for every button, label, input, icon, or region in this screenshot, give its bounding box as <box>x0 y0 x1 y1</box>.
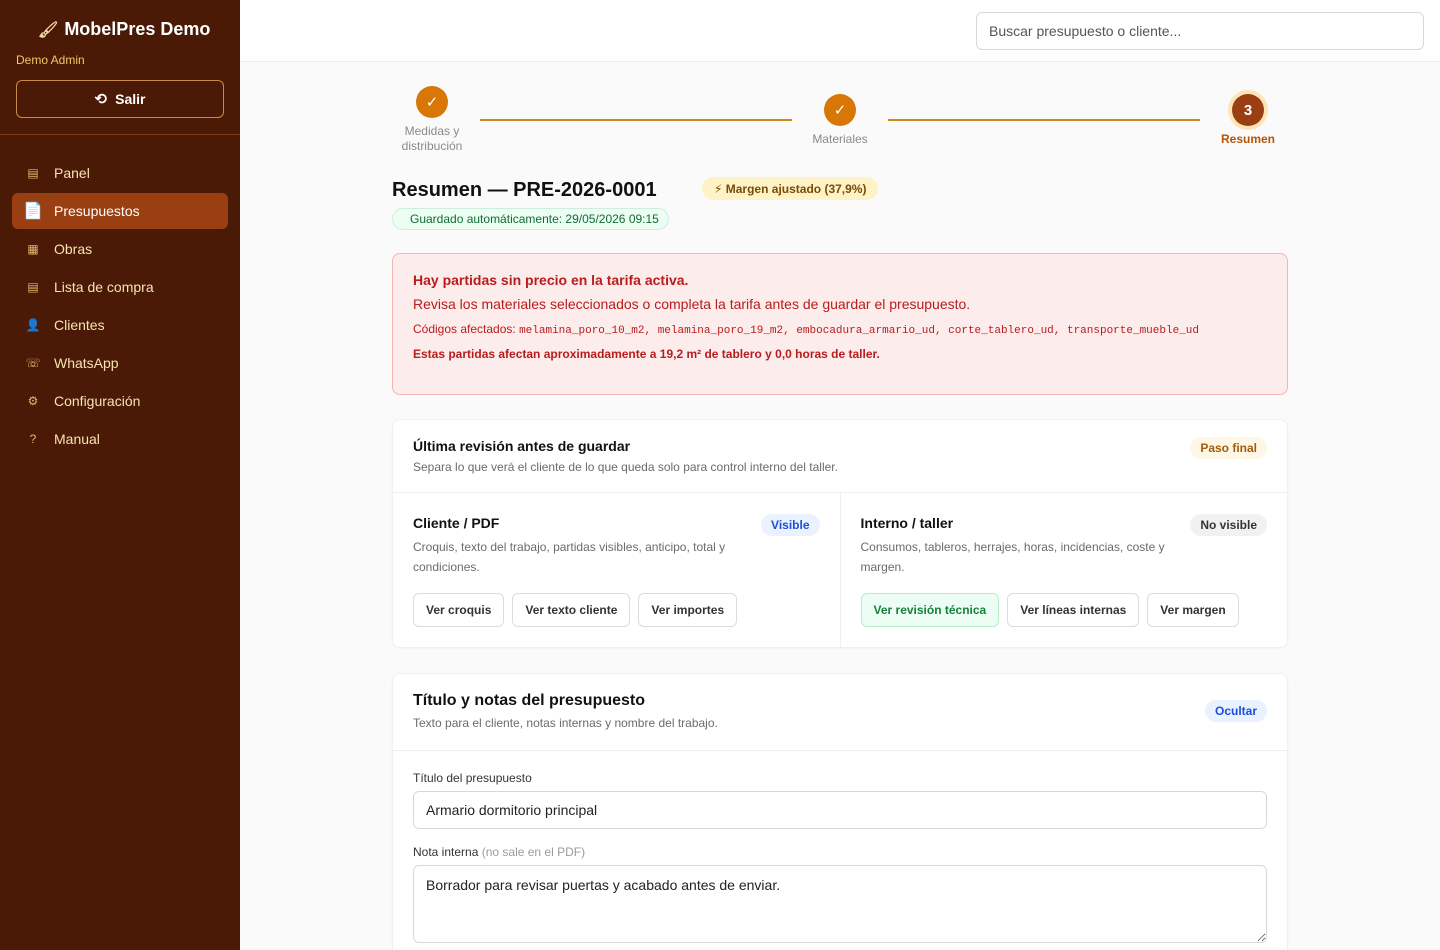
sidebar-item-presupuestos[interactable]: 📄 Presupuestos <box>12 193 228 229</box>
step-connector <box>480 119 792 121</box>
paintbrush-icon: 🖌 <box>38 21 59 39</box>
sidebar-divider <box>0 134 240 135</box>
logout-icon: ⟲ <box>94 91 108 108</box>
grid-icon: ▦ <box>27 242 39 256</box>
note-hint: (no sale en el PDF) <box>481 845 586 859</box>
sidebar-item-whatsapp[interactable]: ☏ WhatsApp <box>12 345 228 381</box>
sidebar-item-label: Panel <box>54 165 90 181</box>
client-desc: Croquis, texto del trabajo, partidas vis… <box>413 540 726 574</box>
alert-title: Hay partidas sin precio en la tarifa act… <box>413 272 689 288</box>
autosave-status: Guardado automáticamente: 29/05/2026 09:… <box>392 208 669 230</box>
step-materiales[interactable]: ✓ Materiales <box>800 94 880 147</box>
client-column: Cliente / PDF Croquis, texto del trabajo… <box>393 493 840 648</box>
gear-icon: ⚙ <box>27 394 39 408</box>
view-margin-button[interactable]: Ver margen <box>1147 593 1239 627</box>
note-field-label: Nota interna (no sale en el PDF) <box>413 845 1267 859</box>
sidebar-item-label: Lista de compra <box>54 279 154 295</box>
not-visible-badge: No visible <box>1190 514 1267 536</box>
sidebar-item-manual[interactable]: ? Manual <box>12 421 228 457</box>
review-subtitle: Separa lo que verá el cliente de lo que … <box>413 460 838 474</box>
sidebar-item-label: WhatsApp <box>54 355 119 371</box>
sidebar-item-lista-compra[interactable]: ▤ Lista de compra <box>12 269 228 305</box>
review-header: Última revisión antes de guardar Separa … <box>393 420 1287 493</box>
view-amounts-button[interactable]: Ver importes <box>638 593 738 627</box>
sidebar-nav: ▤ Panel 📄 Presupuestos ▦ Obras ▤ Lista d… <box>12 155 228 459</box>
notes-subtitle: Texto para el cliente, notas internas y … <box>413 716 718 730</box>
review-title: Última revisión antes de guardar <box>413 438 631 454</box>
document-icon: 📄 <box>23 203 43 220</box>
review-card: Última revisión antes de guardar Separa … <box>392 419 1288 648</box>
step-medidas[interactable]: ✓ Medidas y distribución <box>392 86 472 154</box>
internal-column: Interno / taller Consumos, tableros, her… <box>839 493 1288 648</box>
alert-footer: Estas partidas afectan aproximadamente a… <box>413 347 880 361</box>
step-number: 3 <box>1232 94 1264 126</box>
phone-icon: ☏ <box>25 356 41 370</box>
user-icon: 👤 <box>25 318 41 332</box>
alert-codes: Códigos afectados: melamina_poro_10_m2, … <box>413 321 1267 339</box>
sidebar-item-clientes[interactable]: 👤 Clientes <box>12 307 228 343</box>
logout-label: Salir <box>115 91 146 107</box>
brand[interactable]: 🖌 MobelPres Demo <box>38 19 210 40</box>
sidebar-item-configuracion[interactable]: ⚙ Configuración <box>12 383 228 419</box>
sidebar-item-label: Clientes <box>54 317 105 333</box>
sidebar-item-obras[interactable]: ▦ Obras <box>12 231 228 267</box>
visible-badge: Visible <box>761 514 820 536</box>
review-columns: Cliente / PDF Croquis, texto del trabajo… <box>393 493 1287 648</box>
step-label: Resumen <box>1220 132 1276 146</box>
list-icon: ▤ <box>27 280 39 294</box>
notes-card: Título y notas del presupuesto Texto par… <box>392 673 1288 950</box>
title-field-label: Título del presupuesto <box>413 771 532 785</box>
alert-text: Revisa los materiales seleccionados o co… <box>413 296 971 312</box>
client-actions: Ver croquis Ver texto cliente Ver import… <box>413 593 738 627</box>
sidebar-item-label: Manual <box>54 431 100 447</box>
brand-name: MobelPres Demo <box>64 19 211 39</box>
notes-body: Título del presupuesto Nota interna (no … <box>393 751 1287 950</box>
view-client-text-button[interactable]: Ver texto cliente <box>512 593 631 627</box>
notes-header: Título y notas del presupuesto Texto par… <box>393 674 1287 751</box>
view-sketch-button[interactable]: Ver croquis <box>413 593 505 627</box>
logout-button[interactable]: ⟲ Salir <box>16 80 224 118</box>
hide-toggle-button[interactable]: Ocultar <box>1204 700 1267 722</box>
check-icon: ✓ <box>824 94 856 126</box>
step-label: Medidas y distribución <box>401 124 463 153</box>
margin-badge: ⚡ Margen ajustado (37,9%) <box>702 177 879 200</box>
list-icon: ▤ <box>27 166 39 180</box>
notes-title: Título y notas del presupuesto <box>413 692 646 709</box>
client-title: Cliente / PDF <box>413 515 500 531</box>
step-connector <box>888 119 1200 121</box>
current-user: Demo Admin <box>16 53 85 67</box>
check-icon: ✓ <box>416 86 448 118</box>
sidebar-item-label: Presupuestos <box>54 203 140 219</box>
stepper: ✓ Medidas y distribución ✓ Materiales 3 … <box>392 86 1288 156</box>
quote-title-field[interactable] <box>413 791 1267 829</box>
sidebar: 🖌 MobelPres Demo Demo Admin ⟲ Salir ▤ Pa… <box>0 0 240 950</box>
internal-note-field[interactable]: Borrador para revisar puertas y acabado … <box>413 865 1267 943</box>
internal-desc: Consumos, tableros, herrajes, horas, inc… <box>860 540 1165 574</box>
alert-codes-label: Códigos afectados: <box>413 322 516 336</box>
final-step-badge: Paso final <box>1190 437 1267 459</box>
missing-price-alert: Hay partidas sin precio en la tarifa act… <box>392 253 1288 395</box>
step-label: Materiales <box>812 132 868 146</box>
step-resumen[interactable]: 3 Resumen <box>1208 94 1288 147</box>
note-label: Nota interna <box>413 845 479 859</box>
sidebar-item-panel[interactable]: ▤ Panel <box>12 155 228 191</box>
sidebar-item-label: Obras <box>54 241 93 257</box>
page-title: Resumen — PRE-2026-0001 <box>392 179 657 201</box>
alert-codes-list: melamina_poro_10_m2, melamina_poro_19_m2… <box>519 325 1199 337</box>
view-internal-lines-button[interactable]: Ver líneas internas <box>1007 593 1140 627</box>
sidebar-item-label: Configuración <box>54 393 141 409</box>
search-input[interactable] <box>976 12 1424 50</box>
internal-actions: Ver revisión técnica Ver líneas internas… <box>860 593 1239 627</box>
topbar <box>240 0 1440 62</box>
view-technical-review-button[interactable]: Ver revisión técnica <box>860 593 1000 627</box>
help-icon: ? <box>29 432 37 446</box>
